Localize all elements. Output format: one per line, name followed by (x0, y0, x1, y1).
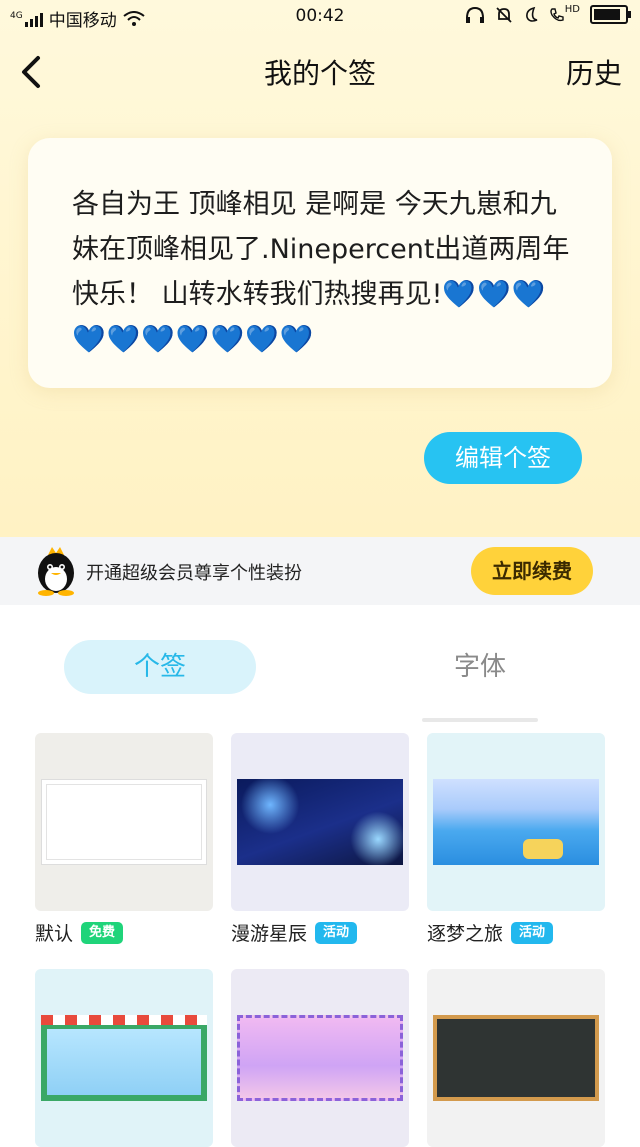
hd-label: HD (564, 4, 580, 15)
tab-underline (422, 718, 538, 722)
signature-card: 各自为王 顶峰相见 是啊是 今天九崽和九妹在顶峰相见了.Ninepercent出… (28, 138, 612, 388)
template-name: 漫游星辰 (231, 923, 308, 945)
page-title: 我的个签 (263, 57, 376, 90)
template-tile-window[interactable] (35, 969, 213, 1147)
template-thumb (237, 779, 403, 865)
renew-button[interactable]: 立即续费 (471, 547, 593, 595)
battery-icon (590, 5, 631, 24)
template-name: 逐梦之旅 (427, 923, 504, 945)
tab-bar: 个签 字体 (0, 640, 640, 696)
tab-signature[interactable]: 个签 (64, 640, 256, 694)
edit-signature-button[interactable]: 编辑个签 (424, 432, 582, 484)
signature-text-block: 各自为王 顶峰相见 是啊是 今天九崽和九妹在顶峰相见了.Ninepercent出… (72, 182, 572, 362)
template-thumb (41, 1015, 207, 1101)
template-thumb (237, 1015, 403, 1101)
template-label: 漫游星辰 活动 (231, 919, 358, 946)
template-thumb (41, 779, 207, 865)
moon-icon (525, 6, 538, 22)
template-tile-party[interactable] (231, 969, 409, 1147)
qq-penguin-icon (38, 547, 74, 596)
headphones-icon (465, 6, 484, 23)
mute-bell-icon (496, 6, 512, 23)
status-bar: 4G 中国移动 00:42 HD (0, 0, 640, 34)
vip-banner[interactable]: 开通超级会员尊享个性装扮 立即续费 (0, 537, 640, 605)
event-badge: 活动 (315, 921, 358, 944)
history-button[interactable]: 历史 (566, 52, 622, 92)
template-tile-dream[interactable] (427, 733, 605, 911)
free-badge: 免费 (81, 921, 124, 944)
vip-promo-text: 开通超级会员尊享个性装扮 (86, 563, 302, 584)
template-thumb (433, 1015, 599, 1101)
template-thumb (433, 779, 599, 865)
tab-font[interactable]: 字体 (384, 640, 576, 694)
template-tile-blackboard[interactable] (427, 969, 605, 1147)
template-tile-star[interactable] (231, 733, 409, 911)
template-name: 默认 (35, 923, 74, 945)
template-tile-default[interactable] (35, 733, 213, 911)
event-badge: 活动 (511, 921, 554, 944)
nav-bar: 我的个签 历史 (0, 40, 640, 100)
hd-call-icon: HD (549, 4, 580, 23)
template-label: 默认 免费 (35, 919, 124, 946)
template-label: 逐梦之旅 活动 (427, 919, 554, 946)
